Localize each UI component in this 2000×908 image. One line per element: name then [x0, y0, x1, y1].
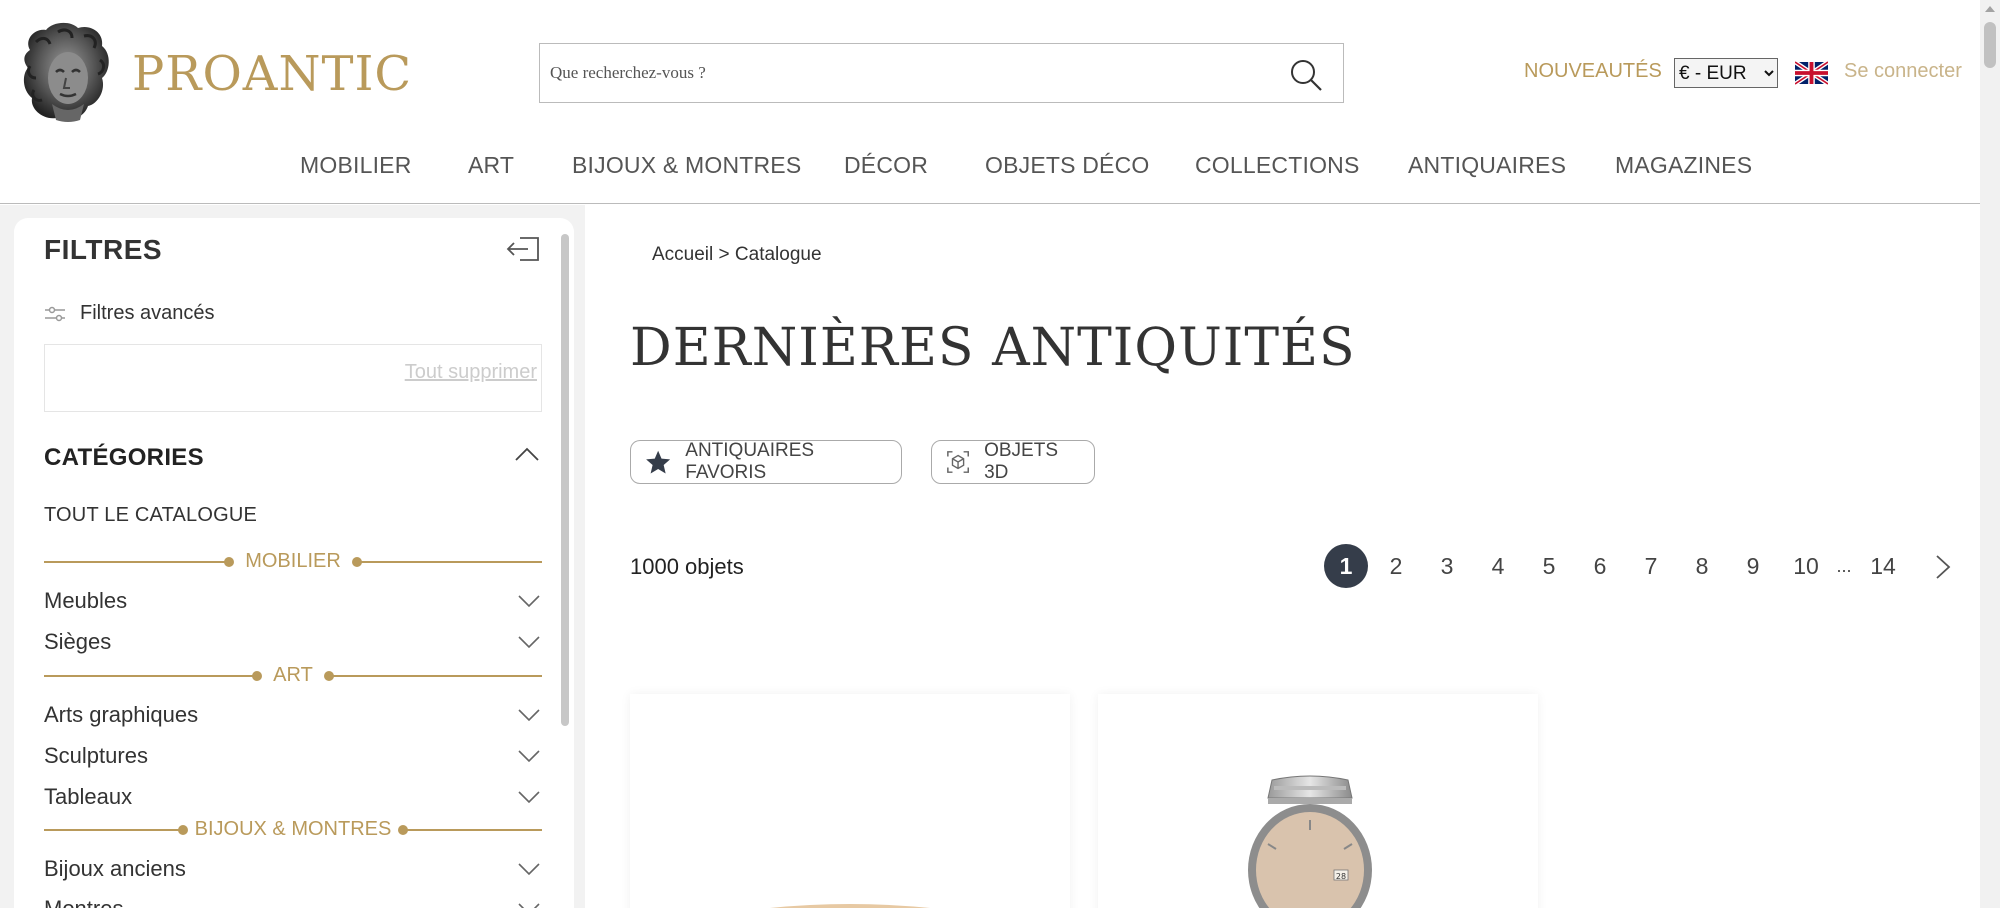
product-card[interactable]: 28 — [1098, 694, 1538, 908]
chevron-down-icon — [518, 863, 540, 876]
product-image — [769, 904, 931, 908]
page-number[interactable]: 5 — [1539, 544, 1559, 588]
category-item-label: Meubles — [44, 588, 128, 613]
chevron-down-icon — [518, 750, 540, 763]
nouveautes-link[interactable]: NOUVEAUTÉS — [1524, 60, 1662, 83]
page-scrollbar[interactable] — [1980, 0, 2000, 908]
all-catalogue-link[interactable]: TOUT LE CATALOGUE — [44, 504, 257, 527]
collapse-sidebar-icon[interactable] — [506, 234, 540, 264]
category-item-label: Tableaux — [44, 784, 133, 809]
search-icon[interactable] — [1289, 58, 1323, 92]
page-number[interactable]: 7 — [1641, 544, 1661, 588]
chevron-down-icon — [518, 709, 540, 722]
category-group-divider-mobilier: MOBILIER — [44, 550, 542, 574]
category-item-sculptures[interactable]: Sculptures — [44, 743, 542, 769]
chevron-down-icon — [518, 595, 540, 608]
category-item-bijoux-anciens[interactable]: Bijoux anciens — [44, 856, 542, 882]
nav-item-antiquaires[interactable]: ANTIQUAIRES — [1376, 152, 1598, 179]
chevron-up-icon[interactable] — [514, 444, 540, 464]
category-item-sieges[interactable]: Sièges — [44, 629, 542, 655]
category-item-label: Sculptures — [44, 743, 148, 768]
page-number[interactable]: 3 — [1437, 544, 1457, 588]
uk-flag-icon[interactable] — [1795, 61, 1828, 85]
3d-objects-label: OBJETS 3D — [984, 440, 1058, 483]
category-item-label: Arts graphiques — [44, 702, 199, 727]
page-ellipsis: ... — [1836, 556, 1852, 576]
category-group-divider-art: ART — [44, 664, 542, 688]
search-input[interactable] — [550, 44, 1270, 102]
sidebar-scrollbar[interactable] — [561, 228, 569, 908]
active-filters-box: Tout supprimer — [44, 344, 542, 412]
chevron-down-icon — [518, 903, 540, 908]
sliders-icon — [45, 306, 65, 321]
page-title: DERNIÈRES ANTIQUITÉS — [630, 318, 1356, 378]
filters-sidebar: FILTRES Filtres avancés Tout supprimer C… — [14, 218, 574, 908]
page-number[interactable]: 4 — [1488, 544, 1508, 588]
nav-item-magazines[interactable]: MAGAZINES — [1583, 152, 1784, 179]
3d-objects-button[interactable]: OBJETS 3D — [931, 440, 1095, 484]
page-scrollbar-thumb[interactable] — [1984, 22, 1996, 68]
advanced-filters-label: Filtres avancés — [80, 302, 215, 324]
next-page-chevron-icon[interactable] — [1934, 554, 1952, 580]
page-number[interactable]: 9 — [1743, 544, 1763, 588]
site-header: PROANTIC NOUVEAUTÉS € - EUR Se connecter… — [0, 0, 1980, 204]
nav-item-collections[interactable]: COLLECTIONS — [1163, 152, 1392, 179]
results-count: 1000 objets — [630, 554, 744, 579]
login-link[interactable]: Se connecter — [1844, 60, 1962, 83]
category-item-arts-graphiques[interactable]: Arts graphiques — [44, 702, 542, 728]
filters-title: FILTRES — [44, 234, 163, 265]
category-item-label: Montres — [44, 896, 123, 908]
nav-item-bijoux-montres[interactable]: BIJOUX & MONTRES — [540, 152, 833, 179]
nav-item-mobilier[interactable]: MOBILIER — [268, 152, 444, 179]
nav-item-art[interactable]: ART — [436, 152, 546, 179]
category-item-montres[interactable]: Montres — [44, 896, 542, 908]
category-item-tableaux[interactable]: Tableaux — [44, 784, 542, 810]
breadcrumb: Accueil > Catalogue — [652, 244, 822, 266]
favorite-dealers-label: ANTIQUAIRES FAVORIS — [685, 440, 815, 483]
currency-select[interactable]: € - EUR — [1674, 58, 1778, 88]
category-item-meubles[interactable]: Meubles — [44, 588, 542, 614]
divider-line — [358, 561, 542, 563]
favorite-dealers-button[interactable]: ANTIQUAIRES FAVORIS — [630, 440, 902, 484]
breadcrumb-separator: > — [718, 244, 730, 265]
page-number-current[interactable]: 1 — [1324, 544, 1368, 588]
star-icon — [646, 450, 671, 474]
chevron-down-icon — [518, 791, 540, 804]
svg-text:28: 28 — [1336, 872, 1346, 881]
3d-cube-icon — [947, 451, 969, 473]
product-card[interactable] — [630, 694, 1070, 908]
breadcrumb-home-link[interactable]: Accueil — [652, 244, 713, 265]
page-number[interactable]: 10 — [1790, 544, 1822, 588]
clear-all-filters-link[interactable]: Tout supprimer — [405, 361, 537, 384]
nav-item-decor[interactable]: DÉCOR — [812, 152, 960, 179]
advanced-filters-button[interactable]: Filtres avancés — [44, 302, 215, 325]
category-group-divider-bijoux: BIJOUX & MONTRES — [44, 818, 542, 842]
page-number-last[interactable]: 14 — [1867, 544, 1899, 588]
divider-line — [330, 675, 542, 677]
scroll-up-arrow-icon[interactable] — [1985, 6, 1995, 12]
page-number[interactable]: 6 — [1590, 544, 1610, 588]
divider-line — [404, 829, 542, 831]
category-item-label: Bijoux anciens — [44, 856, 186, 881]
sidebar-scrollbar-thumb[interactable] — [561, 234, 569, 726]
nav-item-objets-deco[interactable]: OBJETS DÉCO — [953, 152, 1182, 179]
page-number[interactable]: 8 — [1692, 544, 1712, 588]
page-number[interactable]: 2 — [1386, 544, 1406, 588]
page: PROANTIC NOUVEAUTÉS € - EUR Se connecter… — [0, 0, 2000, 908]
chevron-down-icon — [518, 636, 540, 649]
search-bar — [539, 43, 1344, 103]
medusa-logo-icon[interactable] — [18, 20, 114, 124]
breadcrumb-current: Catalogue — [734, 244, 822, 265]
watch-product-image: 28 — [1248, 775, 1372, 908]
category-item-label: Sièges — [44, 629, 112, 654]
brand-logo-text[interactable]: PROANTIC — [132, 46, 412, 102]
categories-title: CATÉGORIES — [44, 444, 204, 471]
